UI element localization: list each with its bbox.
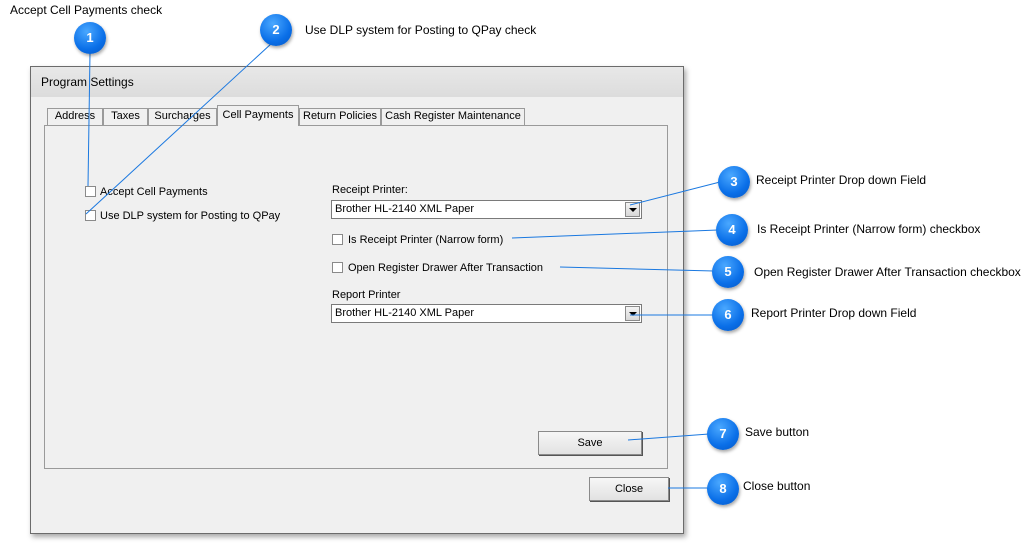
title-bar[interactable]: Program Settings [31, 67, 683, 97]
tab-cash-register-maintenance[interactable]: Cash Register Maintenance [381, 108, 525, 125]
callout-badge-3: 3 [718, 166, 750, 198]
close-button[interactable]: Close [589, 477, 669, 501]
accept-cell-payments-label: Accept Cell Payments [100, 186, 208, 198]
callout-caption-3: Receipt Printer Drop down Field [756, 173, 927, 187]
tab-address[interactable]: Address [47, 108, 103, 125]
receipt-printer-label: Receipt Printer: [332, 184, 408, 196]
callout-caption-7: Save button [745, 425, 810, 439]
save-button[interactable]: Save [538, 431, 642, 455]
callout-caption-6: Report Printer Drop down Field [751, 306, 917, 320]
chevron-down-icon[interactable] [625, 306, 640, 321]
receipt-printer-dropdown[interactable]: Brother HL-2140 XML Paper [331, 200, 642, 219]
use-dlp-checkbox[interactable] [85, 210, 96, 221]
callout-caption-5: Open Register Drawer After Transaction c… [754, 265, 1021, 279]
report-printer-dropdown[interactable]: Brother HL-2140 XML Paper [331, 304, 642, 323]
callout-caption-8: Close button [743, 479, 811, 493]
accept-cell-payments-checkbox[interactable] [85, 186, 96, 197]
callout-caption-1: Accept Cell Payments check [10, 3, 163, 17]
callout-badge-8: 8 [707, 473, 739, 505]
narrow-form-label: Is Receipt Printer (Narrow form) [348, 234, 504, 246]
callout-caption-2: Use DLP system for Posting to QPay check [305, 23, 537, 37]
callout-badge-5: 5 [712, 256, 744, 288]
window-title: Program Settings [41, 75, 134, 89]
callout-badge-7: 7 [707, 418, 739, 450]
chevron-down-icon[interactable] [625, 202, 640, 217]
use-dlp-label: Use DLP system for Posting to QPay [100, 210, 281, 222]
callout-badge-6: 6 [712, 299, 744, 331]
tab-taxes[interactable]: Taxes [103, 108, 148, 125]
report-printer-value: Brother HL-2140 XML Paper [335, 307, 474, 319]
tab-return-policies[interactable]: Return Policies [299, 108, 381, 125]
receipt-printer-value: Brother HL-2140 XML Paper [335, 203, 474, 215]
callout-badge-1: 1 [74, 22, 106, 54]
callout-badge-2: 2 [260, 14, 292, 46]
callout-badge-4: 4 [716, 214, 748, 246]
open-drawer-checkbox[interactable] [332, 262, 343, 273]
tab-cell-payments[interactable]: Cell Payments [217, 105, 299, 126]
callout-caption-4: Is Receipt Printer (Narrow form) checkbo… [757, 222, 981, 236]
report-printer-label: Report Printer [332, 289, 401, 301]
narrow-form-checkbox[interactable] [332, 234, 343, 245]
open-drawer-label: Open Register Drawer After Transaction [348, 262, 544, 274]
cell-payments-panel: Accept Cell Payments Use DLP system for … [44, 125, 668, 469]
tab-surcharges[interactable]: Surcharges [148, 108, 217, 125]
program-settings-window: Program Settings Address Taxes Surcharge… [30, 66, 684, 534]
